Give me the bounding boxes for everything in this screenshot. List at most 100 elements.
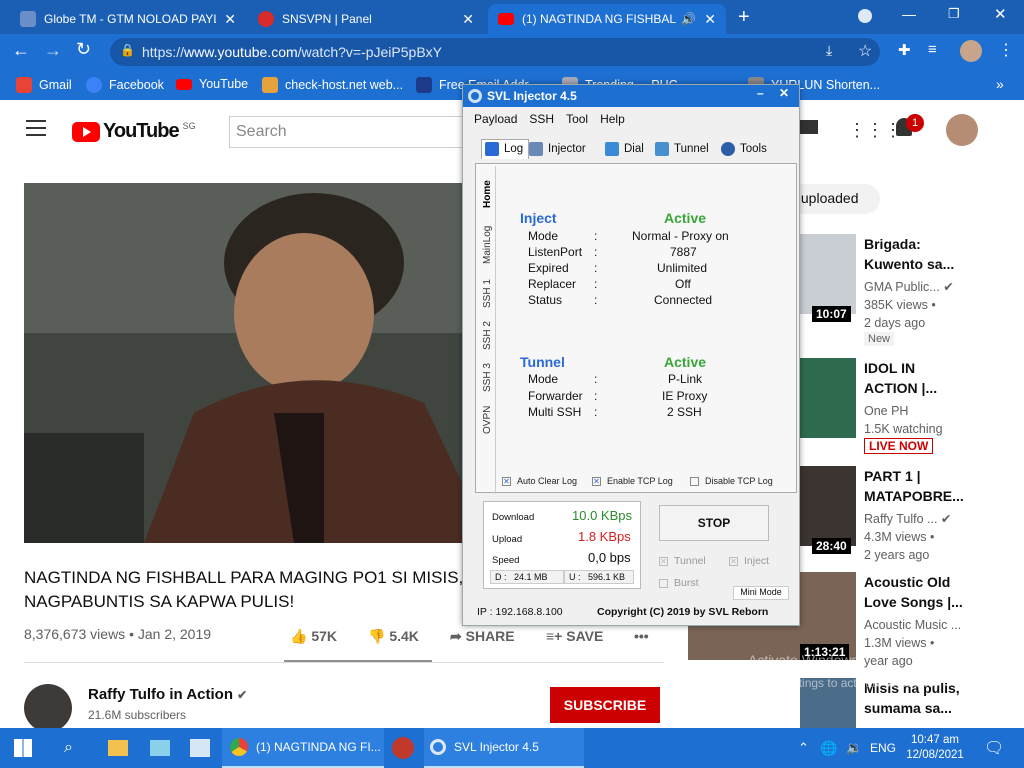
taskbar-svl-item[interactable]: SVL Injector 4.5 (424, 728, 584, 768)
close-window-icon[interactable]: ✕ (994, 5, 1007, 23)
back-icon[interactable]: ← (12, 40, 30, 61)
side-tab-ssh1[interactable]: SSH 1 (482, 279, 493, 308)
tab-globe-tm[interactable]: Globe TM - GTM NOLOAD PAYLO ✕ (10, 4, 246, 34)
side-tab-column: Home MainLog SSH 1 SSH 2 SSH 3 OVPN (478, 166, 496, 494)
file-explorer-icon[interactable] (108, 728, 128, 768)
video-thumbnail[interactable] (800, 234, 856, 314)
tab-snsvpn[interactable]: SNSVPN | Panel ✕ (248, 4, 484, 34)
title-line: sumama sa... (864, 700, 952, 716)
video-thumbnail[interactable] (800, 358, 856, 438)
recommended-video[interactable]: 10:07 Brigada: Kuwento sa... GMA Public..… (800, 234, 1010, 346)
channel-name[interactable]: Raffy Tulfo in Action ✔ (88, 686, 247, 703)
side-tab-ssh2[interactable]: SSH 2 (482, 321, 493, 350)
checkbox-checked-icon: ✕ (729, 556, 738, 566)
menu-help[interactable]: Help (600, 112, 625, 126)
save-button[interactable]: ≡+ SAVE (546, 628, 603, 644)
bookmark-check-host[interactable]: check-host.net web... (262, 77, 403, 93)
svl-minimize-icon[interactable]: – (757, 86, 764, 100)
notification-center-icon[interactable]: 🗨 (984, 728, 1004, 768)
extensions-icon[interactable]: ✚ (898, 41, 911, 59)
close-tab-icon[interactable]: ✕ (224, 11, 236, 28)
restore-window-icon[interactable]: ❐ (948, 6, 960, 22)
inject-state: Active (664, 210, 707, 226)
start-button[interactable] (14, 728, 32, 768)
menu-tool[interactable]: Tool (566, 112, 588, 126)
volume-icon[interactable]: 🔉 (846, 728, 862, 768)
stop-button[interactable]: STOP (659, 505, 769, 541)
side-tab-ovpn[interactable]: OVPN (482, 406, 493, 434)
pinned-app-icon[interactable] (190, 728, 210, 768)
tab-search-icon[interactable] (858, 9, 872, 23)
url-prefix: https:// (142, 44, 185, 60)
apps-grid-icon[interactable]: ⋮⋮⋮ (848, 120, 902, 141)
tab-youtube-active[interactable]: (1) NAGTINDA NG FISHBALL 🔊 ✕ (488, 4, 726, 34)
auto-clear-log-checkbox[interactable]: ✕ Auto Clear Log (502, 476, 577, 486)
tab-tools[interactable]: Tools (721, 142, 767, 156)
new-tab-icon[interactable]: + (738, 6, 750, 29)
share-button[interactable]: ➦ SHARE (450, 628, 515, 645)
media-control-icon[interactable]: ≡ (928, 41, 937, 58)
bookmarks-overflow-icon[interactable]: » (996, 76, 1004, 92)
url-omnibox[interactable]: 🔒 https://www.youtube.com/watch?v=-pJeiP… (110, 38, 880, 66)
video-player[interactable] (24, 183, 462, 543)
recommended-video[interactable]: 28:40 PART 1 | MATAPOBRE... Raffy Tulfo .… (800, 466, 1010, 562)
video-frame (24, 183, 462, 543)
mini-mode-button[interactable]: Mini Mode (733, 586, 789, 600)
disable-tcp-log-checkbox[interactable]: Disable TCP Log (690, 476, 773, 486)
create-video-icon[interactable] (800, 120, 818, 134)
install-icon[interactable]: ⤓ (826, 42, 832, 59)
clock[interactable]: 10:47 am 12/08/2021 (900, 728, 970, 768)
side-tab-home[interactable]: Home (482, 180, 493, 208)
tab-log[interactable]: Log (481, 139, 530, 159)
bookmark-facebook[interactable]: Facebook (86, 77, 164, 93)
bookmark-star-icon[interactable]: ☆ (858, 41, 872, 61)
enable-tcp-log-checkbox[interactable]: ✕ Enable TCP Log (592, 476, 673, 486)
forward-icon[interactable]: → (44, 40, 62, 61)
svl-status-bar: IP : 192.168.8.100 Copyright (C) 2019 by… (463, 603, 799, 625)
account-avatar[interactable] (946, 114, 978, 146)
tab-injector[interactable]: Injector (529, 142, 586, 156)
bookmark-gmail[interactable]: Gmail (16, 77, 72, 93)
taskbar-chrome-item[interactable]: (1) NAGTINDA NG FI... (222, 728, 384, 768)
syringe-icon (529, 142, 543, 156)
tab-dial[interactable]: Dial (605, 142, 644, 156)
dislike-button[interactable]: 👎 5.4K (368, 628, 419, 645)
reload-icon[interactable]: ↻ (76, 39, 91, 60)
search-input[interactable]: Search (229, 116, 469, 148)
language-indicator[interactable]: ENG (870, 728, 896, 768)
address-bar-row: ← → ↻ 🔒 https://www.youtube.com/watch?v=… (0, 34, 1024, 70)
side-tab-mainlog[interactable]: MainLog (482, 226, 493, 264)
close-tab-icon[interactable]: ✕ (704, 11, 716, 28)
inject-option-checkbox[interactable]: ✕ Inject (729, 555, 769, 567)
youtube-logo[interactable]: YouTube SG (72, 120, 196, 143)
profile-avatar[interactable] (960, 40, 982, 62)
subscribe-button[interactable]: SUBSCRIBE (550, 687, 660, 723)
tunnel-option-checkbox[interactable]: ✕ Tunnel (659, 555, 706, 567)
bookmark-youtube[interactable]: YouTube (176, 77, 248, 91)
show-hidden-icons-icon[interactable]: ⌃ (798, 728, 809, 768)
search-icon[interactable]: ⌕ (64, 728, 73, 768)
tab-tunnel[interactable]: Tunnel (655, 142, 709, 156)
pinned-app-icon[interactable] (392, 728, 414, 768)
network-globe-icon[interactable]: 🌐 (820, 728, 837, 768)
side-tab-ssh3[interactable]: SSH 3 (482, 363, 493, 392)
recommended-video[interactable]: IDOL IN ACTION |... One PH 1.5K watching … (800, 358, 1010, 458)
pinned-app-icon[interactable] (150, 728, 170, 768)
menu-ssh[interactable]: SSH (529, 112, 554, 126)
recommended-age: year ago (864, 654, 913, 668)
close-tab-icon[interactable]: ✕ (462, 11, 474, 28)
menu-payload[interactable]: Payload (474, 112, 517, 126)
channel-avatar[interactable] (24, 684, 72, 732)
svl-title-bar[interactable]: SVL Injector 4.5 – ✕ (463, 85, 799, 107)
svl-close-icon[interactable]: ✕ (779, 86, 789, 100)
video-thumbnail[interactable] (800, 466, 856, 546)
minimize-window-icon[interactable]: — (902, 6, 916, 22)
more-actions-button[interactable]: ••• (634, 628, 649, 644)
burst-option-checkbox[interactable]: Burst (659, 577, 699, 589)
title-line: Brigada: (864, 236, 921, 252)
speaker-icon[interactable]: 🔊 (681, 12, 696, 26)
chrome-menu-icon[interactable]: ⋮ (998, 40, 1014, 60)
hamburger-menu-icon[interactable] (26, 120, 46, 136)
like-button[interactable]: 👍 57K (290, 628, 337, 645)
tunnel-value: 2 SSH (667, 405, 702, 419)
